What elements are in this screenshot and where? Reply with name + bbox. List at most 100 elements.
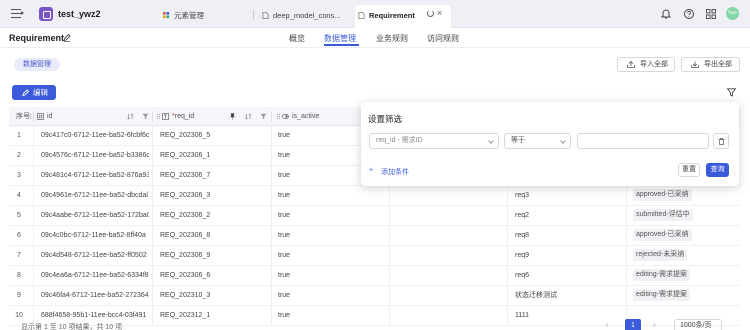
refresh-icon[interactable] bbox=[427, 10, 434, 17]
reset-button[interactable]: 重置 bbox=[678, 163, 700, 177]
table-cell-index[interactable]: 5 bbox=[9, 206, 29, 226]
table-cell-req-id[interactable]: REQ_202306_9 bbox=[160, 246, 272, 266]
table-cell-req-id[interactable]: REQ_202306_7 bbox=[160, 166, 272, 186]
table-cell-is-active[interactable]: true bbox=[278, 206, 390, 226]
data-management-chip[interactable]: 数据管理 bbox=[14, 58, 60, 71]
table-cell-c6[interactable]: req3 bbox=[515, 186, 627, 206]
table-cell-id[interactable]: 09c46fa4-6712-11ee-ba52-272364 bbox=[41, 286, 149, 306]
table-row[interactable]: 4 09c4961e-6712-11ee-ba52-dbcdal REQ_20230… bbox=[9, 186, 740, 206]
export-all-button[interactable]: 导出全部 bbox=[681, 57, 740, 72]
table-cell-c6[interactable]: req8 bbox=[515, 226, 627, 246]
tab-business-rules[interactable]: 业务规则 bbox=[376, 33, 408, 44]
table-cell-c7[interactable]: submitted-评估中 bbox=[633, 206, 745, 226]
table-row[interactable]: 5 09c4aabe-6712-11ee-ba52-172ba0 REQ_20230… bbox=[9, 206, 740, 226]
tab-overview[interactable]: 概览 bbox=[289, 33, 305, 44]
table-cell-req-id[interactable]: REQ_202306_2 bbox=[160, 206, 272, 226]
table-cell-is-active[interactable]: true bbox=[278, 286, 390, 306]
prev-page-icon[interactable]: ‹ bbox=[606, 320, 609, 329]
table-cell-c6[interactable]: 1111 bbox=[515, 306, 627, 326]
table-cell-is-active[interactable]: true bbox=[278, 246, 390, 266]
table-cell-c6[interactable]: 状态迁移测试 bbox=[515, 286, 627, 306]
pin-icon[interactable] bbox=[229, 113, 236, 120]
table-cell-id[interactable]: 09c481c4-6712-11ee-ba52-876a93 bbox=[41, 166, 149, 186]
table-cell-req-id[interactable]: REQ_202306_6 bbox=[160, 266, 272, 286]
table-cell-index[interactable]: 6 bbox=[9, 226, 29, 246]
table-cell-req-id[interactable]: REQ_202306_5 bbox=[160, 126, 272, 146]
edit-button[interactable]: 编辑 bbox=[12, 85, 56, 100]
project-name[interactable]: test_ywz2 bbox=[58, 9, 101, 19]
table-cell-id[interactable]: 09c4961e-6712-11ee-ba52-dbcdal bbox=[41, 186, 149, 206]
table-cell-c5[interactable] bbox=[397, 306, 509, 326]
column-filter-icon[interactable] bbox=[142, 113, 149, 120]
table-cell-req-id[interactable]: REQ_202312_1 bbox=[160, 306, 272, 326]
table-cell-index[interactable]: 3 bbox=[9, 166, 29, 186]
table-cell-id[interactable]: 09c4576c-6712-11ee-ba52-b3386c bbox=[41, 146, 149, 166]
filter-value-input[interactable] bbox=[577, 133, 709, 149]
tab-access-rules[interactable]: 访问规则 bbox=[427, 33, 459, 44]
table-cell-id[interactable]: 09c4c0bc-6712-11ee-ba52-8ff40a bbox=[41, 226, 149, 246]
table-cell-c6[interactable]: req2 bbox=[515, 206, 627, 226]
table-cell-c5[interactable] bbox=[397, 226, 509, 246]
table-cell-id[interactable]: 09c4ea6a-6712-11ee-ba52-6334f8 bbox=[41, 266, 149, 286]
bell-icon[interactable] bbox=[660, 8, 672, 20]
table-cell-req-id[interactable]: REQ_202306_3 bbox=[160, 186, 272, 206]
tab-element-management[interactable]: 元素管理 bbox=[160, 5, 204, 28]
sort-icon[interactable] bbox=[127, 113, 134, 120]
table-cell-index[interactable]: 4 bbox=[9, 186, 29, 206]
table-cell-c5[interactable] bbox=[397, 246, 509, 266]
table-cell-c7[interactable]: approved-已采纳 bbox=[633, 226, 745, 246]
table-row[interactable]: 8 09c4ea6a-6712-11ee-ba52-6334f8 REQ_20230… bbox=[9, 266, 740, 286]
delete-condition-button[interactable] bbox=[713, 133, 729, 149]
tab-data-management[interactable]: 数据管理 bbox=[324, 33, 356, 44]
close-icon[interactable]: × bbox=[437, 8, 442, 18]
table-cell-id[interactable]: 09c4d548-6712-11ee-ba52-ff0502 bbox=[41, 246, 149, 266]
next-page-icon[interactable]: › bbox=[653, 320, 656, 329]
table-cell-c6[interactable]: req9 bbox=[515, 246, 627, 266]
table-cell-index[interactable]: 2 bbox=[9, 146, 29, 166]
table-cell-c5[interactable] bbox=[397, 266, 509, 286]
table-cell-index[interactable]: 9 bbox=[9, 286, 29, 306]
table-cell-c7[interactable]: editing-需求提案 bbox=[633, 286, 745, 306]
help-icon[interactable] bbox=[683, 8, 695, 20]
drag-handle-icon[interactable] bbox=[26, 113, 33, 120]
filter-field-select[interactable]: req_id - 需求ID bbox=[369, 133, 499, 149]
add-condition-link[interactable]: 添加条件 bbox=[381, 167, 409, 177]
table-cell-is-active[interactable]: true bbox=[278, 186, 390, 206]
drag-handle-icon[interactable] bbox=[275, 113, 282, 120]
table-cell-c7[interactable]: rejected-未采纳 bbox=[633, 246, 745, 266]
table-cell-req-id[interactable]: REQ_202306_8 bbox=[160, 226, 272, 246]
table-cell-c7[interactable]: approved-已采纳 bbox=[633, 186, 745, 206]
avatar[interactable]: hao bbox=[726, 7, 739, 20]
table-cell-c5[interactable] bbox=[397, 186, 509, 206]
table-row[interactable]: 6 09c4c0bc-6712-11ee-ba52-8ff40a REQ_20230… bbox=[9, 226, 740, 246]
table-cell-index[interactable]: 1 bbox=[9, 126, 29, 146]
table-cell-id[interactable]: 09c417c0-6712-11ee-ba52-6fcbf6c bbox=[41, 126, 149, 146]
edit-pencil-icon[interactable] bbox=[63, 33, 71, 42]
table-cell-is-active[interactable]: true bbox=[278, 306, 390, 326]
table-row[interactable]: 9 09c46fa4-6712-11ee-ba52-272364 REQ_20231… bbox=[9, 286, 740, 306]
filter-icon[interactable] bbox=[727, 88, 736, 97]
tab-deep-model[interactable]: deep_model_cons... bbox=[259, 5, 341, 28]
page-size-select[interactable]: 1000条/页 bbox=[674, 319, 722, 330]
sort-icon[interactable] bbox=[245, 113, 252, 120]
page-button-1[interactable]: 1 bbox=[625, 319, 641, 330]
menu-collapse-icon[interactable] bbox=[11, 9, 24, 18]
drag-handle-icon[interactable] bbox=[155, 113, 162, 120]
import-all-button[interactable]: 导入全部 bbox=[617, 57, 675, 72]
plus-icon[interactable]: + bbox=[369, 167, 373, 174]
table-cell-c5[interactable] bbox=[397, 206, 509, 226]
table-cell-is-active[interactable]: true bbox=[278, 266, 390, 286]
table-cell-req-id[interactable]: REQ_202310_3 bbox=[160, 286, 272, 306]
table-row[interactable]: 7 09c4d548-6712-11ee-ba52-ff0502 REQ_20230… bbox=[9, 246, 740, 266]
table-cell-c6[interactable]: req6 bbox=[515, 266, 627, 286]
filter-operator-select[interactable]: 等于 bbox=[504, 133, 571, 149]
query-button[interactable]: 查询 bbox=[706, 163, 729, 177]
column-filter-icon[interactable] bbox=[260, 113, 267, 120]
table-cell-is-active[interactable]: true bbox=[278, 226, 390, 246]
table-cell-index[interactable]: 7 bbox=[9, 246, 29, 266]
table-cell-id[interactable]: 09c4aabe-6712-11ee-ba52-172ba0 bbox=[41, 206, 149, 226]
table-cell-index[interactable]: 8 bbox=[9, 266, 29, 286]
table-cell-req-id[interactable]: REQ_202306_1 bbox=[160, 146, 272, 166]
grid-apps-icon[interactable] bbox=[705, 8, 717, 20]
table-cell-c5[interactable] bbox=[397, 286, 509, 306]
